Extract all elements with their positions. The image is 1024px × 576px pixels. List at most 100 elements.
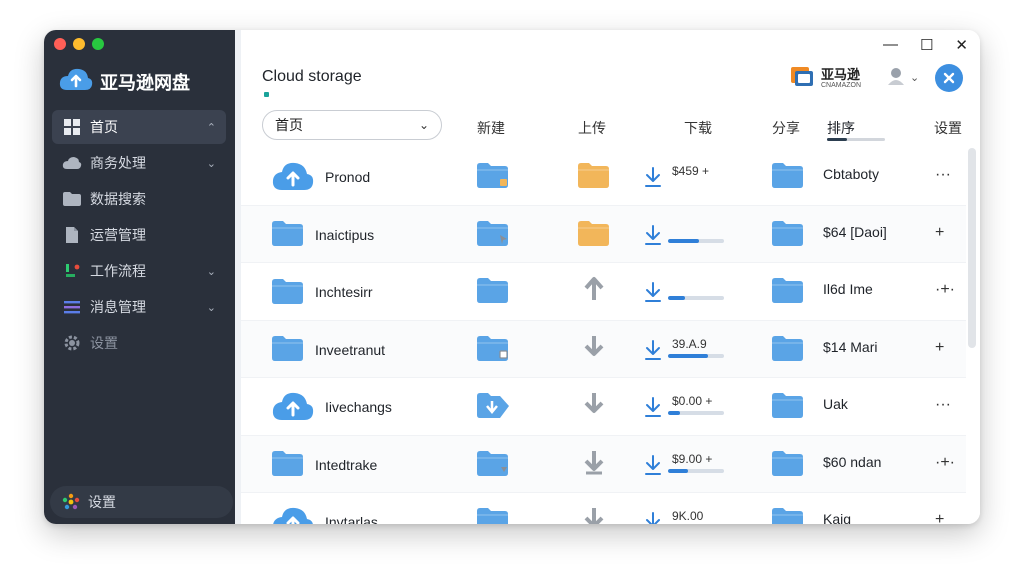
vertical-scrollbar[interactable] [968,148,976,348]
new-folder-icon[interactable] [476,161,510,189]
sort-value: Il6d Ime [823,281,873,297]
sidebar-item-3[interactable]: 运营管理 [52,218,226,252]
cloud-upload-icon [271,390,315,425]
chevron-down-icon[interactable]: ⌄ [207,265,216,278]
close-panel-button[interactable] [935,64,963,92]
add-action-icon[interactable]: ·+· [935,281,955,299]
folder-select[interactable]: 首页 ⌄ [262,110,442,140]
download-icon [644,166,662,193]
add-action-icon[interactable]: + [935,339,944,357]
share-folder-icon[interactable] [771,449,805,477]
add-action-icon[interactable]: + [935,511,944,524]
maximize-icon[interactable]: ☐ [920,36,933,54]
sidebar-item-0[interactable]: 首页 ⌃ [52,110,226,144]
orange-folder-icon[interactable] [577,161,611,189]
file-name-cell[interactable]: Inveetranut [271,333,385,367]
orange-folder-icon[interactable] [577,219,611,247]
download-line-icon[interactable] [583,449,605,475]
download-progress[interactable]: $0.00 + [644,392,754,422]
minimize-window-button[interactable] [73,38,85,50]
file-name-cell[interactable]: Pronod [271,160,370,194]
table-row[interactable]: Intedtrake $9.00 + $60 ndan ·+· [241,435,966,493]
new-folder-icon[interactable] [476,449,510,477]
column-upload[interactable]: 上传 [578,118,606,138]
column-sort[interactable]: 排序 [827,118,855,138]
column-share[interactable]: 分享 [772,118,800,138]
new-folder-icon[interactable] [476,506,510,524]
logo-text: 亚马逊 [821,67,861,82]
download-line-icon[interactable] [583,506,605,524]
sidebar-item-5[interactable]: 消息管理 ⌄ [52,290,226,324]
more-actions-icon[interactable]: ··· [935,166,951,184]
sort-value: Cbtaboty [823,166,880,182]
table-row[interactable]: Inveetranut 39.A.9 $14 Mari + [241,320,966,378]
file-name-cell[interactable]: Intedtrake [271,448,377,482]
colorful-gear-icon [62,493,80,511]
close-x-icon [943,72,955,84]
chevron-down-icon[interactable]: ⌄ [207,157,216,170]
share-folder-icon[interactable] [771,391,805,419]
new-folder-icon[interactable] [476,219,510,247]
sidebar-item-1[interactable]: 商务处理 ⌄ [52,146,226,180]
close-window-button[interactable] [54,38,66,50]
file-name-cell[interactable]: Inaictipus [271,218,374,252]
sidebar-item-4[interactable]: 工作流程 ⌄ [52,254,226,288]
user-menu[interactable]: ⌄ [886,66,919,89]
brand[interactable]: 亚马逊网盘 [58,66,190,97]
chevron-up-icon[interactable]: ⌃ [207,121,216,134]
upload-arrow-icon[interactable] [583,276,605,302]
column-new[interactable]: 新建 [477,118,505,138]
download-progress[interactable] [644,277,754,307]
table-row[interactable]: Pronod $459 + Cbtaboty ··· [241,148,966,206]
file-name: Inaictipus [315,226,375,243]
chevron-down-icon: ⌄ [418,118,429,132]
download-arrow-icon[interactable] [583,391,605,417]
sidebar-item-2[interactable]: 数据搜索 [52,182,226,216]
grid-icon [62,117,82,137]
add-action-icon[interactable]: ·+· [935,454,955,472]
share-folder-icon[interactable] [771,161,805,189]
share-folder-icon[interactable] [771,219,805,247]
more-actions-icon[interactable]: ··· [935,396,951,414]
download-icon [644,281,662,308]
sort-value: $14 Mari [823,338,878,355]
sidebar-item-6[interactable]: 设置 [52,326,226,360]
share-folder-icon[interactable] [771,506,805,524]
table-row[interactable]: Iivechangs $0.00 + Uak ··· [241,378,966,436]
add-action-icon[interactable]: + [935,224,944,242]
progress-label: $0.00 + [672,394,713,408]
chevron-down-icon[interactable]: ⌄ [207,301,216,314]
download-arrow-icon[interactable] [583,334,605,360]
new-folder-icon[interactable] [476,276,510,304]
download-icon [644,224,662,251]
cloud-upload-icon [58,66,94,97]
table-header: 首页 ⌄ 新建 上传 下载 分享 排序 设置 [241,110,966,142]
share-folder-icon[interactable] [771,276,805,304]
download-progress[interactable]: $459 + [644,162,754,192]
new-folder-icon[interactable] [476,391,510,419]
file-name-cell[interactable]: Iivechangs [271,390,392,424]
download-progress[interactable]: $9.00 + [644,450,754,480]
zoom-window-button[interactable] [92,38,104,50]
table-row[interactable]: Inaictipus $64 [Daoi] + [241,205,966,263]
close-icon[interactable]: ✕ [955,36,968,54]
download-progress[interactable]: 39.A.9 [644,335,754,365]
sidebar-item-label: 运营管理 [90,227,146,243]
sidebar-settings-button[interactable]: 设置 [50,486,233,518]
minimize-icon[interactable]: — [883,36,898,54]
share-folder-icon[interactable] [771,334,805,362]
new-folder-icon[interactable] [476,334,510,362]
download-progress[interactable] [644,220,754,250]
column-settings[interactable]: 设置 [934,118,962,138]
file-name-cell[interactable]: Inchtesirr [271,275,373,309]
table-row[interactable]: Invtarlas 9K.00 Kaig + [241,493,966,524]
column-download[interactable]: 下载 [684,118,712,138]
download-icon [644,454,662,481]
table-row[interactable]: Inchtesirr Il6d Ime ·+· [241,263,966,321]
sort-value: Kaig [823,511,852,524]
file-name-cell[interactable]: Invtarlas [271,505,378,524]
main-panel: — ☐ ✕ Cloud storage 亚马逊 CNAMAZON ⌄ 首页 ⌄ … [241,30,980,524]
download-progress[interactable]: 9K.00 [644,507,754,524]
sidebar-nav: 首页 ⌃ 商务处理 ⌄ 数据搜索运营管理工作流程 ⌄ 消息管理 ⌄ 设置 [52,110,226,362]
sidebar-item-label: 商务处理 [90,155,146,171]
